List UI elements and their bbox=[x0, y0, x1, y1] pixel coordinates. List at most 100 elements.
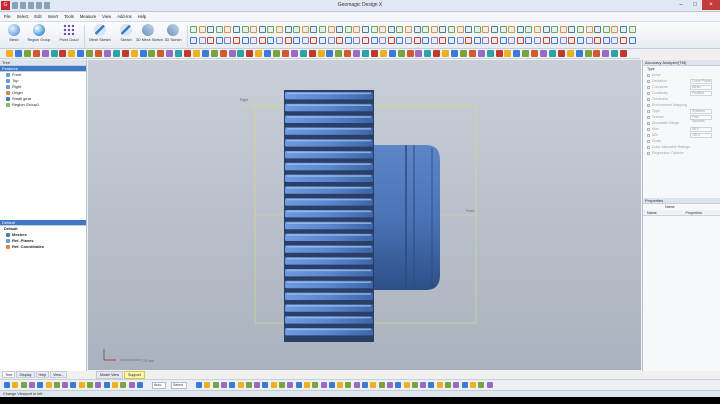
view-tool-icon[interactable] bbox=[353, 50, 361, 57]
ribbon-tool-icon[interactable] bbox=[620, 26, 627, 33]
ribbon-tool-icon[interactable] bbox=[465, 26, 473, 33]
model-viewport[interactable]: Right Front 25 mm bbox=[88, 60, 641, 370]
bottom-tool-icon[interactable] bbox=[220, 382, 227, 388]
view-tool-icon[interactable] bbox=[290, 50, 298, 57]
ribbon-tool-icon[interactable] bbox=[559, 26, 567, 33]
bottom-tool-icon[interactable] bbox=[204, 382, 211, 388]
bottom-tool-icon[interactable] bbox=[270, 382, 277, 388]
ribbon-tool-icon[interactable] bbox=[413, 37, 421, 44]
bottom-tool-icon[interactable] bbox=[12, 382, 19, 388]
view-tool-icon[interactable] bbox=[317, 50, 325, 57]
bottom-tool-icon[interactable] bbox=[45, 382, 52, 388]
ribbon-tool-icon[interactable] bbox=[224, 37, 232, 44]
ribbon-tool-icon[interactable] bbox=[430, 37, 438, 44]
ribbon-tool-icon[interactable] bbox=[568, 37, 576, 44]
radio-icon[interactable] bbox=[647, 85, 650, 89]
ribbon-tool-icon[interactable] bbox=[534, 37, 541, 44]
region-group-button[interactable]: Region Group bbox=[27, 24, 51, 48]
view-tool-icon[interactable] bbox=[50, 50, 58, 57]
ribbon-tool-icon[interactable] bbox=[284, 26, 292, 33]
ribbon-tool-icon[interactable] bbox=[430, 26, 438, 33]
view-tool-icon[interactable] bbox=[228, 50, 236, 57]
view-tool-icon[interactable] bbox=[495, 50, 503, 57]
sketch-button[interactable]: Sketch bbox=[114, 24, 138, 48]
ribbon-tool-icon[interactable] bbox=[370, 26, 378, 33]
bottom-tool-icon[interactable] bbox=[95, 382, 102, 388]
selection-filter-dropdown[interactable]: Select bbox=[171, 382, 187, 389]
accuracy-option-value[interactable]: Curve Plane bbox=[690, 79, 712, 84]
view-tool-icon[interactable] bbox=[424, 50, 432, 57]
bottom-tool-icon[interactable] bbox=[420, 382, 427, 388]
view-tool-icon[interactable] bbox=[41, 50, 49, 57]
minimize-icon[interactable]: – bbox=[674, 0, 688, 10]
ribbon-tool-icon[interactable] bbox=[594, 37, 602, 44]
view-tool-icon[interactable] bbox=[584, 50, 592, 57]
3d-sketch-button[interactable]: 3D Sketch bbox=[161, 24, 185, 48]
ribbon-tool-icon[interactable] bbox=[585, 37, 593, 44]
bottom-tool-icon[interactable] bbox=[453, 382, 460, 388]
ribbon-tool-icon[interactable] bbox=[405, 37, 412, 44]
view-tool-icon[interactable] bbox=[59, 50, 67, 57]
ribbon-tool-icon[interactable] bbox=[190, 26, 197, 33]
ribbon-tool-icon[interactable] bbox=[310, 26, 318, 33]
menu-help[interactable]: Help bbox=[138, 14, 147, 19]
ribbon-tool-icon[interactable] bbox=[585, 26, 593, 33]
bottom-tool-icon[interactable] bbox=[436, 382, 443, 388]
ribbon-tool-icon[interactable] bbox=[439, 37, 447, 44]
ribbon-tool-icon[interactable] bbox=[379, 26, 387, 33]
radio-icon[interactable] bbox=[647, 103, 650, 107]
ribbon-tool-icon[interactable] bbox=[611, 26, 619, 33]
ribbon-tool-icon[interactable] bbox=[310, 37, 318, 44]
view-tool-icon[interactable] bbox=[566, 50, 574, 57]
accuracy-option-value[interactable]: Position bbox=[690, 91, 712, 96]
ribbon-tool-icon[interactable] bbox=[405, 26, 412, 33]
view-tool-icon[interactable] bbox=[406, 50, 414, 57]
ribbon-tool-icon[interactable] bbox=[250, 37, 258, 44]
ribbon-tool-icon[interactable] bbox=[602, 37, 610, 44]
ribbon-tool-icon[interactable] bbox=[525, 37, 533, 44]
ribbon-tool-icon[interactable] bbox=[628, 37, 636, 44]
accuracy-option-value[interactable]: Fine Spheres bbox=[690, 115, 712, 122]
view-tool-icon[interactable] bbox=[548, 50, 556, 57]
view-tool-icon[interactable] bbox=[201, 50, 209, 57]
view-tool-icon[interactable] bbox=[415, 50, 423, 57]
ribbon-tool-icon[interactable] bbox=[396, 37, 404, 44]
view-tool-icon[interactable] bbox=[95, 50, 102, 57]
view-tool-icon[interactable] bbox=[148, 50, 156, 57]
view-tool-icon[interactable] bbox=[139, 50, 147, 57]
view-tool-icon[interactable] bbox=[166, 50, 174, 57]
ribbon-tool-icon[interactable] bbox=[465, 37, 473, 44]
view-tool-icon[interactable] bbox=[468, 50, 476, 57]
bottom-tool-icon[interactable] bbox=[136, 382, 143, 388]
ribbon-tool-icon[interactable] bbox=[602, 26, 610, 33]
bottom-tool-icon[interactable] bbox=[328, 382, 335, 388]
view-tool-icon[interactable] bbox=[442, 50, 450, 57]
bottom-tool-icon[interactable] bbox=[20, 382, 27, 388]
mesh-button[interactable]: Mesh bbox=[2, 24, 26, 48]
ribbon-tool-icon[interactable] bbox=[215, 26, 223, 33]
ribbon-tool-icon[interactable] bbox=[336, 37, 344, 44]
radio-icon[interactable] bbox=[647, 151, 650, 155]
ribbon-tool-icon[interactable] bbox=[422, 26, 430, 33]
accuracy-option-value[interactable]: Systems bbox=[690, 109, 712, 114]
col-properties[interactable]: Properties bbox=[682, 210, 720, 215]
bottom-tool-icon[interactable] bbox=[469, 382, 476, 388]
radio-icon[interactable] bbox=[647, 145, 650, 149]
menu-edit[interactable]: Edit bbox=[34, 14, 41, 19]
ribbon-tool-icon[interactable] bbox=[336, 26, 344, 33]
bottom-tool-icon[interactable] bbox=[279, 382, 285, 388]
ribbon-tool-icon[interactable] bbox=[448, 26, 455, 33]
ribbon-tool-icon[interactable] bbox=[577, 37, 584, 44]
ribbon-tool-icon[interactable] bbox=[551, 26, 559, 33]
ribbon-tool-icon[interactable] bbox=[542, 26, 550, 33]
ribbon-tool-icon[interactable] bbox=[628, 26, 636, 33]
bottom-tool-icon[interactable] bbox=[78, 382, 85, 388]
bottom-tool-icon[interactable] bbox=[196, 382, 202, 388]
view-tool-icon[interactable] bbox=[362, 50, 369, 57]
accuracy-option-value[interactable]: -45.0 bbox=[690, 133, 712, 138]
bottom-tool-icon[interactable] bbox=[120, 382, 127, 388]
ribbon-tool-icon[interactable] bbox=[370, 37, 378, 44]
3d-mesh-sketch-button[interactable]: 3D Mesh Sketch bbox=[136, 24, 163, 48]
view-tool-icon[interactable] bbox=[344, 50, 352, 57]
ribbon-tool-icon[interactable] bbox=[516, 37, 524, 44]
